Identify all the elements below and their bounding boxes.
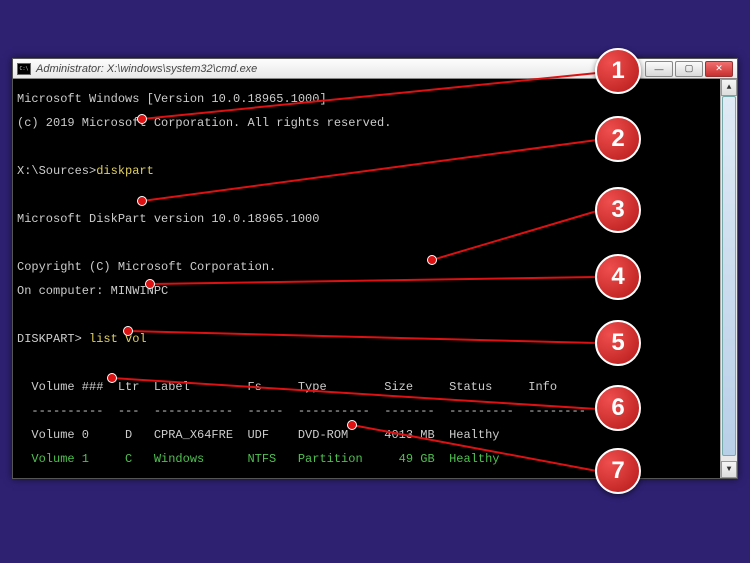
window-title: Administrator: X:\windows\system32\cmd.e… <box>36 63 257 75</box>
scroll-down-button[interactable]: ▼ <box>721 461 737 478</box>
annotation-dot <box>145 279 155 289</box>
annotation-dot <box>137 196 147 206</box>
table-row: Volume 0 D CPRA_X64FRE UDF DVD-ROM 4013 … <box>17 429 733 441</box>
callout-4: 4 <box>595 254 641 300</box>
prompt: DISKPART> <box>17 332 89 346</box>
annotation-dot <box>347 420 357 430</box>
annotation-dot <box>427 255 437 265</box>
command: list vol <box>89 332 147 346</box>
callout-2: 2 <box>595 116 641 162</box>
command: diskpart <box>96 164 154 178</box>
blank-line <box>17 237 733 249</box>
callout-6: 6 <box>595 385 641 431</box>
close-button[interactable]: ✕ <box>705 61 733 77</box>
scroll-track[interactable] <box>721 96 737 461</box>
prompt-line: X:\Sources>diskpart <box>17 165 733 177</box>
scroll-thumb[interactable] <box>722 96 736 456</box>
cmd-icon <box>17 63 31 75</box>
text-line: Microsoft Windows [Version 10.0.18965.10… <box>17 93 733 105</box>
callout-3: 3 <box>595 187 641 233</box>
blank-line <box>17 309 733 321</box>
annotation-dot <box>107 373 117 383</box>
scroll-up-button[interactable]: ▲ <box>721 79 737 96</box>
minimize-button[interactable]: — <box>645 61 673 77</box>
prompt: X:\Sources> <box>17 164 96 178</box>
callout-1: 1 <box>595 48 641 94</box>
callout-7: 7 <box>595 448 641 494</box>
callout-5: 5 <box>595 320 641 366</box>
annotation-dot <box>123 326 133 336</box>
annotation-dot <box>137 114 147 124</box>
maximize-button[interactable]: ▢ <box>675 61 703 77</box>
vertical-scrollbar[interactable]: ▲ ▼ <box>720 79 737 478</box>
